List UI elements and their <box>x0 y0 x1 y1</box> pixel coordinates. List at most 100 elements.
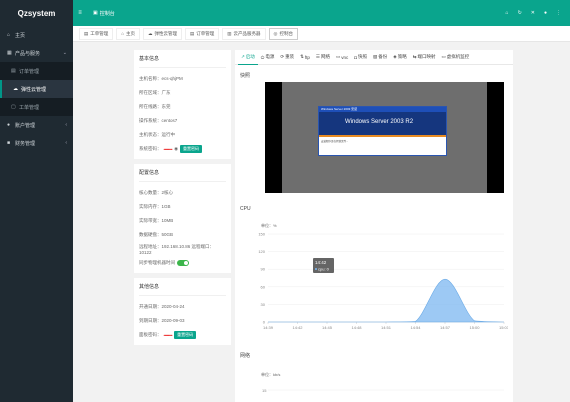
card-title: 其他信息 <box>139 283 226 296</box>
dashboard-icon: ◎ <box>273 30 278 36</box>
tab-port-map[interactable]: ⇆ 端口映射 <box>410 50 439 65</box>
monitor-icon: ▭ <box>335 54 341 59</box>
sidebar-item-orders[interactable]: ▤ 订单管理 <box>0 62 73 80</box>
sidebar-item-tickets[interactable]: ▢ 工单管理 <box>0 98 73 116</box>
sidebar-item-label: 工单管理 <box>19 104 40 111</box>
y-tick-label: 15 <box>262 388 267 393</box>
sidebar: Qzsystem ⌂ 主页 ▦ 产品与服务 ⌄ ▤ 订单管理 ☁ 弹性云管理 ▢… <box>0 0 73 402</box>
sidebar-item-products[interactable]: ▦ 产品与服务 ⌄ <box>0 44 73 62</box>
info-row: 数据硬盘：50GB <box>139 232 174 237</box>
port-icon: ⇆ <box>412 54 417 59</box>
info-row: 实际带宽：10MB <box>139 218 174 223</box>
control-panel: ↗ 启动 ⏻ 电源 ⟳ 重装 ⇅ ftp ☰ 网络 ▭ vnc ◘ 快照 ▧ 备份 ◈ 策略 ⇆ 端… <box>235 50 513 402</box>
windows-banner: Windows Server 2003 R2 <box>319 112 446 135</box>
panel-password-row: 面板密码： •••••••• 重置密码 <box>139 328 226 342</box>
eye-icon[interactable]: ◉ <box>174 146 178 152</box>
cpu-label: CPU <box>240 206 251 212</box>
y-tick-label: 150 <box>258 232 265 237</box>
reset-password-button[interactable]: 重置密码 <box>180 145 203 153</box>
sync-time-row: 同步物理机器时间 <box>139 256 226 270</box>
tab-cloud-server[interactable]: ▥ 云产品服务器 <box>222 27 266 40</box>
ticket-icon: ▢ <box>11 104 16 110</box>
home-icon[interactable]: ⌂ <box>506 10 509 16</box>
power-icon: ⏻ <box>260 54 265 60</box>
tab-power[interactable]: ⏻ 电源 <box>258 50 278 65</box>
x-tick-labels: 14:39 14:42 14:45 14:48 14:51 14:54 14:57 15:00… <box>263 322 508 330</box>
sync-time-toggle[interactable] <box>177 260 189 266</box>
sidebar-item-label: 财务管理 <box>15 140 36 147</box>
sidebar-item-finance[interactable]: ■ 财务管理 ‹ <box>0 134 73 152</box>
setup-dialog: Windows Server 2003 安装 Windows Server 20… <box>318 106 447 156</box>
y-tick-label: 90 <box>261 267 266 272</box>
dashboard-icon: ▣ <box>93 10 98 16</box>
grid-icon: ▦ <box>7 50 12 56</box>
camera-icon: ◘ <box>354 54 357 60</box>
sidebar-item-ecs[interactable]: ☁ 弹性云管理 <box>0 80 73 98</box>
info-row: 开通日期：2020-04-24 <box>139 304 185 309</box>
user-icon[interactable]: ● <box>544 10 547 16</box>
password-row: 系统密码： •••••••• ◉ 重置密码 <box>139 142 226 156</box>
y-axis-unit: 单位：% <box>261 222 277 228</box>
tab-ecs[interactable]: ☁ 弹性云管理 <box>142 27 182 40</box>
backup-icon: ▧ <box>372 54 378 59</box>
x-tick-label: 15:00 <box>469 325 480 330</box>
x-tick-label: 15:03 <box>499 325 508 330</box>
home-icon: ⌂ <box>7 32 11 38</box>
tab-vm-monitor[interactable]: ▭ 虚拟机监控 <box>438 50 472 65</box>
tab-home[interactable]: ⌂ 主页 <box>116 27 140 40</box>
refresh-icon[interactable]: ↻ <box>518 10 522 16</box>
close-icon[interactable]: ✕ <box>531 10 535 16</box>
sidebar-item-label: 主页 <box>15 32 26 39</box>
tab-tickets[interactable]: ▤ 工单管理 <box>79 27 114 40</box>
sidebar-item-label: 订单管理 <box>19 68 40 75</box>
header-tab-console[interactable]: ▣ 控制台 <box>87 10 121 17</box>
x-tick-label: 14:42 <box>292 325 303 330</box>
vm-screen-preview[interactable]: Windows Server 2003 安装 Windows Server 20… <box>265 82 504 193</box>
chart-grid <box>268 233 504 323</box>
config-info-card: 配置信息 核心数量：2核心 实际内存：1GB 实际带宽：10MB 数据硬盘：50… <box>134 164 231 273</box>
sidebar-item-label: 产品与服务 <box>15 50 41 57</box>
tab-start[interactable]: ↗ 启动 <box>238 50 258 65</box>
panel-tabs: ↗ 启动 ⏻ 电源 ⟳ 重装 ⇅ ftp ☰ 网络 ▭ vnc ◘ 快照 ▧ 备份 ◈ 策略 ⇆ 端… <box>235 50 513 65</box>
page-tabs: ▤ 工单管理 ⌂ 主页 ☁ 弹性云管理 ▤ 订单管理 ▥ 云产品服务器 ◎ 控制台 <box>73 26 570 42</box>
tab-orders[interactable]: ▤ 订单管理 <box>184 27 220 40</box>
y-tick-label: 120 <box>258 249 265 254</box>
reset-panel-password-button[interactable]: 重置密码 <box>174 331 197 339</box>
x-tick-label: 14:51 <box>381 325 392 330</box>
sidebar-item-home[interactable]: ⌂ 主页 <box>0 26 73 44</box>
info-row: 所在线路：东莞 <box>139 104 171 109</box>
x-tick-label: 14:48 <box>351 325 362 330</box>
tab-snapshot[interactable]: ◘ 快照 <box>351 50 370 65</box>
info-row: 核心数量：2核心 <box>139 190 174 195</box>
sidebar-item-account[interactable]: ● 账户管理 ‹ <box>0 116 73 134</box>
tab-vnc[interactable]: ▭ vnc <box>333 50 351 65</box>
tab-console[interactable]: ◎ 控制台 <box>268 27 298 40</box>
sidebar-item-label: 账户管理 <box>15 122 36 129</box>
info-row: 操作系统：centos7 <box>139 118 178 123</box>
info-row: 远程地址：192.168.10.86 远程端口：10122 <box>139 243 215 255</box>
tab-backup[interactable]: ▧ 备份 <box>370 50 390 65</box>
screen-label: 快照 <box>240 73 251 79</box>
sidebar-item-label: 弹性云管理 <box>21 86 47 93</box>
vm-desktop: Windows Server 2003 安装 Windows Server 20… <box>282 82 487 193</box>
info-row: 所在区域：广东 <box>139 90 171 95</box>
x-tick-label: 14:45 <box>322 325 333 330</box>
x-tick-label: 14:57 <box>440 325 451 330</box>
cloud-icon: ☁ <box>147 30 153 36</box>
tooltip-time: 14:42 <box>315 260 327 265</box>
more-icon[interactable]: ⋮ <box>556 10 561 16</box>
y-tick-label: 0 <box>263 320 266 325</box>
server-icon: ▥ <box>227 30 232 36</box>
sidebar-submenu: ▤ 订单管理 ☁ 弹性云管理 ▢ 工单管理 <box>0 62 73 116</box>
network-chart: 单位：kb/s 15 <box>261 371 504 393</box>
info-row: 主机状态：运行中 <box>139 132 175 137</box>
tab-network[interactable]: ☰ 网络 <box>313 50 333 65</box>
tab-reinstall[interactable]: ⟳ 重装 <box>277 50 297 65</box>
tab-ftp[interactable]: ⇅ ftp <box>297 50 313 65</box>
tab-policy[interactable]: ◈ 策略 <box>390 50 409 65</box>
info-row: 主机名称：ecs-qhjPM <box>139 76 183 81</box>
menu-toggle-icon[interactable]: ≡ <box>73 10 87 16</box>
password-mask: •••••••• <box>163 146 173 152</box>
network-label: 网络 <box>240 353 251 359</box>
brand-logo: Qzsystem <box>0 0 73 26</box>
